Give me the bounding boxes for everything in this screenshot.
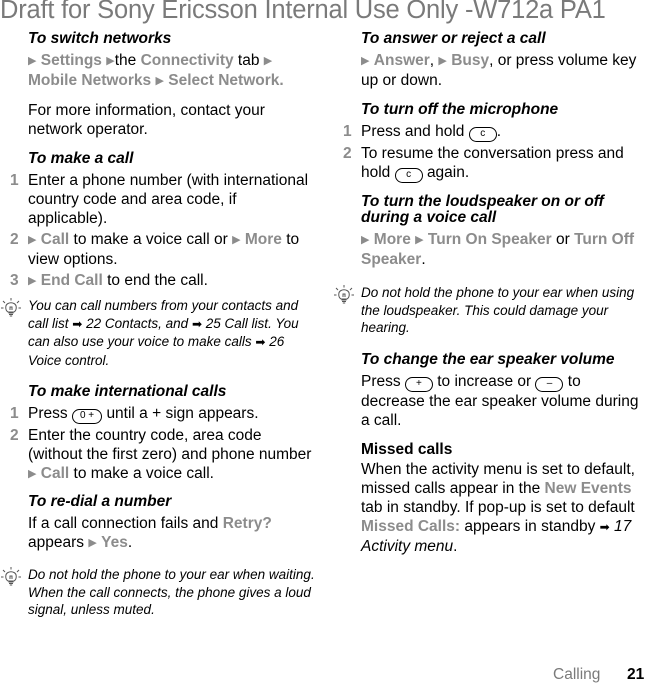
clear-key-icon: c [394,168,423,183]
lightbulb-icon [1,298,21,317]
make-call-section: To make a call 1 Enter a phone number (w… [10,150,315,291]
loudspeaker-section: To turn the loudspeaker on or off during… [343,194,645,269]
section-heading: To answer or reject a call [361,30,546,47]
switch-networks-section: To switch networks ▶ Settings ▶the Conne… [10,30,315,139]
volume-down-key-icon: – [535,377,564,392]
section-heading: To re-dial a number [28,493,172,510]
arrow-icon: ▶ [106,55,115,67]
section-heading: To change the ear speaker volume [361,351,615,368]
arrow-icon: ▶ [28,275,37,287]
arrow-icon: ▶ [361,55,370,67]
step-item: 3 ▶ End Call to end the call. [10,272,208,289]
arrow-icon: ▶ [88,537,97,549]
arrow-icon: ▶ [28,468,37,480]
step-item: 1 Press and hold c. [343,123,502,142]
more-info-text: For more information, contact your netwo… [28,102,265,138]
lightbulb-icon [334,285,354,304]
section-heading: To make international calls [28,383,227,400]
volume-up-key-icon: + [404,377,433,392]
menu-path: ▶ Settings ▶the Connectivity tab ▶ Mobil… [28,52,284,89]
draft-notice: Draft for Sony Ericsson Internal Use Onl… [0,0,606,24]
section-heading: To switch networks [28,30,172,47]
section-heading: Missed calls [361,441,453,458]
section-heading: To turn the loudspeaker on or off during… [361,193,604,226]
lightbulb-icon [1,567,21,586]
arrow-icon: ▶ [415,234,424,246]
arrow-icon: ▶ [28,234,37,246]
redial-section: To re-dial a number If a call connection… [10,493,315,553]
reference-arrow-icon: ➡ [191,316,203,331]
zero-plus-key-icon: 0 + [71,409,103,424]
arrow-icon: ▶ [263,55,273,67]
clear-key-icon: c [468,127,497,142]
arrow-icon: ▶ [361,234,370,246]
section-name: Calling [553,666,601,683]
reference-arrow-icon: ➡ [255,335,266,349]
arrow-icon: ▶ [438,55,447,67]
arrow-icon: ▶ [232,234,241,246]
missed-calls-section: Missed calls When the activity menu is s… [343,441,645,556]
ear-volume-section: To change the ear speaker volume Press +… [343,351,645,430]
international-calls-section: To make international calls 1 Press 0 + … [10,383,315,484]
step-item: 2 To resume the conversation press and h… [343,145,624,183]
cross-reference-link[interactable]: 25 Call list [206,316,268,331]
step-item: 1 Enter a phone number (with internation… [10,172,309,227]
reference-arrow-icon: ➡ [599,520,610,534]
microphone-section: To turn off the microphone 1 Press and h… [343,101,645,183]
arrow-icon: ▶ [28,55,37,67]
cross-reference-link[interactable]: 22 Contacts [86,316,158,331]
section-heading: To turn off the microphone [361,101,559,118]
step-item: 2 Enter the country code, area code (wit… [10,427,312,482]
reference-arrow-icon: ➡ [72,316,83,331]
page-number: 21 [627,666,645,683]
step-item: 1 Press 0 + until a + sign appears. [10,405,259,424]
tip-loudspeaker: Do not hold the phone to your ear when u… [334,284,645,337]
arrow-icon: ▶ [155,75,164,87]
step-item: 2 ▶ Call to make a voice call or ▶ More … [10,231,300,268]
tip-waiting: Do not hold the phone to your ear when w… [1,566,315,619]
tip-contacts: You can call numbers from your contacts … [1,297,315,369]
answer-reject-section: To answer or reject a call ▶ Answer, ▶ B… [343,30,645,90]
section-heading: To make a call [28,150,134,167]
